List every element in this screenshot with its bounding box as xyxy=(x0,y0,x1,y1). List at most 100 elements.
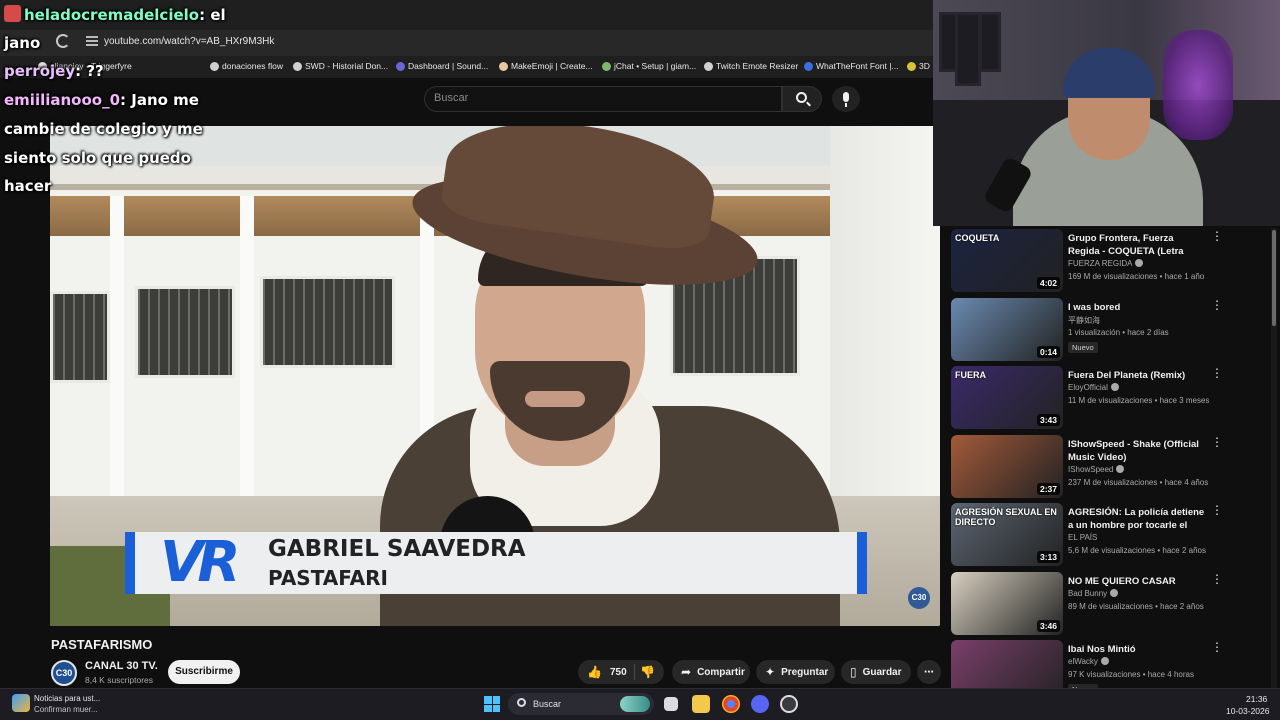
start-button[interactable] xyxy=(484,696,500,712)
channel-name[interactable]: CANAL 30 TV. xyxy=(85,660,158,672)
recommendation-channel[interactable]: EL PAÍS xyxy=(1068,533,1097,542)
discord-icon[interactable] xyxy=(751,695,769,713)
video-thumbnail[interactable]: COQUETA 4:02 xyxy=(951,229,1063,292)
more-actions-button[interactable]: ⋯ xyxy=(917,660,941,684)
channel-label: Bad Bunny xyxy=(1068,589,1108,598)
video-thumbnail[interactable]: 3:46 xyxy=(951,572,1063,635)
channel-watermark: C30 xyxy=(908,587,930,609)
more-options-icon[interactable]: ⋮ xyxy=(1211,573,1223,585)
recommendation-channel[interactable]: elWacky xyxy=(1068,657,1109,666)
voice-search-button[interactable] xyxy=(832,86,860,112)
clock-date[interactable]: 10-03-2026 xyxy=(1226,706,1269,716)
recommendation-channel[interactable]: IShowSpeed xyxy=(1068,465,1125,474)
recommendation-title[interactable]: AGRESIÓN: La policía detiene a un hombre… xyxy=(1068,506,1206,532)
bookmark-item[interactable]: MakeEmoji | Create... xyxy=(499,61,593,71)
recommendation-meta: 97 K visualizaciones • hace 4 horas xyxy=(1068,670,1194,679)
clock-time[interactable]: 21:36 xyxy=(1246,694,1267,704)
like-count[interactable]: 750 xyxy=(610,667,627,678)
subscriber-count: 8,4 K suscriptores xyxy=(85,675,154,685)
obs-icon[interactable] xyxy=(780,695,798,713)
video-thumbnail[interactable]: FUERA 3:43 xyxy=(951,366,1063,429)
sidebar-scroll-thumb[interactable] xyxy=(1272,230,1276,326)
recommendation-title[interactable]: I was bored xyxy=(1068,301,1206,314)
site-info-icon[interactable] xyxy=(86,35,98,47)
chat-message: siento solo que puedo xyxy=(4,149,191,167)
recommendation-channel[interactable]: EloyOfficial xyxy=(1068,383,1119,392)
reload-icon[interactable] xyxy=(56,34,70,48)
chat-message: emiilianooo_0: Jano me xyxy=(4,91,199,109)
recommendation-title[interactable]: NO ME QUIERO CASAR xyxy=(1068,575,1206,588)
recommendation-item[interactable]: 3:46 NO ME QUIERO CASAR Bad Bunny 89 M de v… xyxy=(951,572,1271,638)
thumbnail-caption: AGRESIÓN SEXUAL EN DIRECTO xyxy=(955,507,1057,527)
share-button[interactable]: ➦ Compartir xyxy=(672,660,750,684)
bookmark-item[interactable]: Dashboard | Sound... xyxy=(396,61,488,71)
more-options-icon[interactable]: ⋮ xyxy=(1211,504,1223,516)
chat-message: cambie de colegio y me xyxy=(4,120,203,138)
bookmark-item[interactable]: SWD - Historial Don... xyxy=(293,61,388,71)
bookmark-label: Twitch Emote Resizer xyxy=(716,61,799,71)
url-text[interactable]: youtube.com/watch?v=AB_HXr9M3Hk xyxy=(104,36,274,47)
recommendation-item[interactable]: FUERA 3:43 Fuera Del Planeta (Remix) EloyOf… xyxy=(951,366,1271,432)
recommendation-meta: 11 M de visualizaciones • hace 3 meses xyxy=(1068,396,1210,405)
more-icon: ⋯ xyxy=(924,666,934,678)
search-input[interactable] xyxy=(424,86,782,112)
bookmark-label: SWD - Historial Don... xyxy=(305,61,389,71)
recommendation-item[interactable]: COQUETA 4:02 Grupo Frontera, Fuerza Regida… xyxy=(951,229,1271,295)
streamer-webcam xyxy=(933,0,1280,226)
subscribe-button[interactable]: Suscribirme xyxy=(168,660,240,684)
channel-label: EL PAÍS xyxy=(1068,533,1098,542)
share-icon: ➦ xyxy=(681,665,692,679)
chat-text: ?? xyxy=(86,62,104,80)
file-explorer-icon[interactable] xyxy=(692,695,710,713)
chrome-icon[interactable] xyxy=(722,695,740,713)
news-widget-title[interactable]: Noticias para ust... xyxy=(34,694,100,703)
news-widget-subtitle[interactable]: Confirman muer... xyxy=(34,705,98,714)
chat-text: hacer xyxy=(4,177,52,195)
video-player[interactable]: VR GABRIEL SAAVEDRA PASTAFARI C30 xyxy=(50,126,940,626)
recommendation-title[interactable]: IShowSpeed - Shake (Official Music Video… xyxy=(1068,438,1206,464)
recommendation-channel[interactable]: FUERZA REGIDA xyxy=(1068,259,1144,268)
bookmark-item[interactable]: WhatTheFont Font |... xyxy=(804,61,899,71)
more-options-icon[interactable]: ⋮ xyxy=(1211,641,1223,653)
recommendation-meta: 1 visualización • hace 2 días xyxy=(1068,328,1169,337)
share-label: Compartir xyxy=(697,666,745,678)
recommendation-title[interactable]: Ibai Nos Mintió xyxy=(1068,643,1206,656)
recommendation-title[interactable]: Fuera Del Planeta (Remix) xyxy=(1068,369,1206,382)
search-button[interactable] xyxy=(782,86,822,112)
chat-text: siento solo que puedo xyxy=(4,149,191,167)
ask-button[interactable]: ✦ Preguntar xyxy=(756,660,835,684)
bookmark-favicon-icon xyxy=(293,61,302,71)
channel-label: EloyOfficial xyxy=(1068,383,1108,392)
task-view-icon[interactable] xyxy=(664,697,678,711)
recommendation-item[interactable]: 2:37 IShowSpeed - Shake (Official Music V… xyxy=(951,435,1271,501)
recommendation-item[interactable]: AGRESIÓN SEXUAL EN DIRECTO 3:13 AGRESIÓN: … xyxy=(951,503,1271,569)
video-thumbnail[interactable]: 2:37 xyxy=(951,435,1063,498)
more-options-icon[interactable]: ⋮ xyxy=(1211,299,1223,311)
chat-message: heladocremadelcielo: el xyxy=(4,5,226,24)
channel-avatar[interactable]: C30 xyxy=(51,660,77,686)
duration-badge: 0:14 xyxy=(1036,346,1060,358)
dislike-button[interactable]: 👎 xyxy=(630,660,664,684)
bookmark-item[interactable]: 3D xyxy=(907,61,930,71)
chat-username: perrojey xyxy=(4,62,76,80)
video-thumbnail[interactable]: AGRESIÓN SEXUAL EN DIRECTO 3:13 xyxy=(951,503,1063,566)
recommendation-title[interactable]: Grupo Frontera, Fuerza Regida - COQUETA … xyxy=(1068,232,1206,258)
bookmark-item[interactable]: Twitch Emote Resizer xyxy=(704,61,798,71)
save-button[interactable]: ▯ Guardar xyxy=(841,660,911,684)
like-icon[interactable]: 👍 xyxy=(587,665,602,679)
more-options-icon[interactable]: ⋮ xyxy=(1211,436,1223,448)
bookmark-item[interactable]: jChat • Setup | giam... xyxy=(602,61,696,71)
recommendation-channel[interactable]: Bad Bunny xyxy=(1068,589,1119,598)
more-options-icon[interactable]: ⋮ xyxy=(1211,367,1223,379)
channel-label: elWacky xyxy=(1068,657,1098,666)
more-options-icon[interactable]: ⋮ xyxy=(1211,230,1223,242)
recommendation-item[interactable]: 0:14 I was bored 平静如海 1 visualización • hac… xyxy=(951,298,1271,364)
recommendation-channel[interactable]: 平静如海 xyxy=(1068,315,1100,326)
chat-username: heladocremadelcielo xyxy=(24,6,200,24)
dislike-icon: 👎 xyxy=(640,665,655,679)
recommendation-meta: 89 M de visualizaciones • hace 2 años xyxy=(1068,602,1204,611)
taskbar-search-label: Buscar xyxy=(533,699,562,709)
video-thumbnail[interactable]: 0:14 xyxy=(951,298,1063,361)
bookmark-item[interactable]: donaciones flow xyxy=(210,61,283,71)
news-widget-icon[interactable] xyxy=(12,694,30,712)
